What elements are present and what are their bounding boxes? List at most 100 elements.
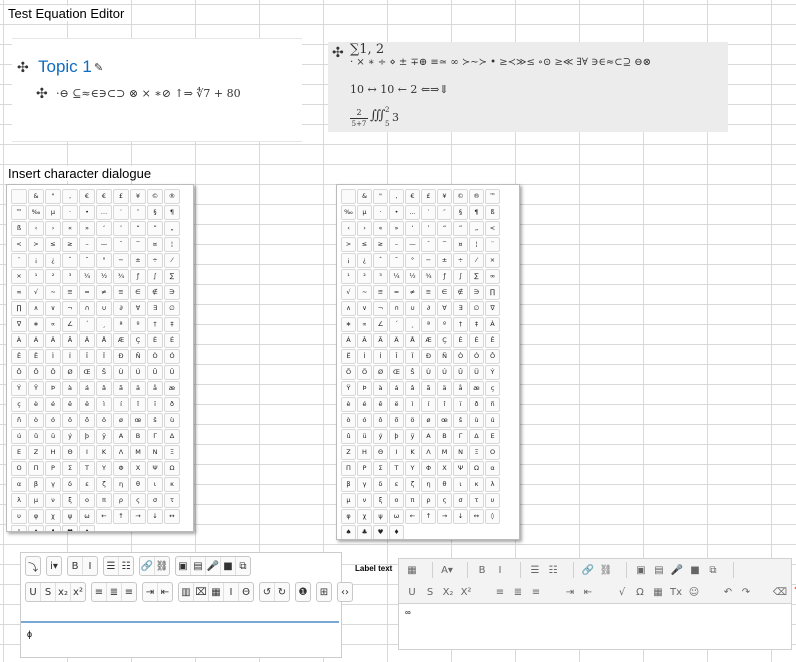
character-cell[interactable]: ∅	[469, 301, 484, 316]
character-cell[interactable]: Ï	[96, 349, 112, 364]
character-cell[interactable]: λ	[11, 493, 27, 508]
character-cell[interactable]: Å	[96, 333, 112, 348]
character-cell[interactable]: ∉	[453, 285, 468, 300]
character-cell[interactable]: Á	[341, 333, 356, 348]
character-cell[interactable]: ♦	[79, 525, 95, 531]
character-cell[interactable]: ×	[11, 269, 27, 284]
character-cell[interactable]: µ	[357, 205, 372, 220]
character-cell[interactable]: ”	[453, 221, 468, 236]
character-cell[interactable]: ¼	[389, 269, 404, 284]
character-cell[interactable]: ξ	[373, 493, 388, 508]
character-cell[interactable]: í	[113, 397, 129, 412]
character-cell[interactable]: υ	[485, 493, 500, 508]
character-cell[interactable]: Ì	[357, 349, 372, 364]
toolbar-button[interactable]: x₂	[56, 583, 71, 601]
character-cell[interactable]: ∩	[79, 301, 95, 316]
character-cell[interactable]: ¹	[28, 269, 44, 284]
toolbar-button[interactable]: ■	[221, 557, 236, 575]
character-cell[interactable]: Æ	[421, 333, 436, 348]
character-cell[interactable]: ¥	[130, 189, 146, 204]
character-cell[interactable]: ∫	[453, 269, 468, 284]
character-cell[interactable]: ÿ	[96, 429, 112, 444]
toolbar-button[interactable]: ↷	[737, 584, 755, 600]
character-cell[interactable]: Η	[45, 445, 61, 460]
character-cell[interactable]: Ë	[28, 349, 44, 364]
character-cell[interactable]: È	[147, 333, 163, 348]
character-cell[interactable]: §	[453, 205, 468, 220]
character-cell[interactable]: Υ	[405, 461, 420, 476]
character-cell[interactable]: Δ	[164, 429, 180, 444]
character-cell[interactable]: ⁄	[469, 253, 484, 268]
character-cell[interactable]: Δ	[469, 429, 484, 444]
character-cell[interactable]: ω	[79, 509, 95, 524]
character-cell[interactable]: ∑	[164, 269, 180, 284]
move-icon[interactable]: ✣	[36, 85, 48, 102]
character-cell[interactable]: ®	[469, 189, 484, 204]
character-cell[interactable]: ä	[130, 381, 146, 396]
toolbar-button[interactable]: X²	[457, 584, 475, 600]
character-cell[interactable]: Ω	[469, 461, 484, 476]
character-cell[interactable]: ∩	[389, 301, 404, 316]
toolbar-button[interactable]: ☺	[685, 584, 703, 600]
character-cell[interactable]: ♠	[341, 525, 356, 539]
character-cell[interactable]: <	[485, 221, 500, 236]
character-cell[interactable]: ¤	[147, 237, 163, 252]
character-cell[interactable]: χ	[357, 509, 372, 524]
character-cell[interactable]: ½	[405, 269, 420, 284]
character-cell[interactable]: –	[389, 237, 404, 252]
character-cell[interactable]: þ	[79, 429, 95, 444]
character-cell[interactable]: ‚	[389, 189, 404, 204]
character-cell[interactable]: ™	[485, 189, 500, 204]
character-cell[interactable]: Ç	[130, 333, 146, 348]
character-cell[interactable]: ý	[373, 429, 388, 444]
character-cell[interactable]: ·	[62, 205, 78, 220]
toolbar-button[interactable]: ▦	[209, 583, 224, 601]
character-cell[interactable]: £	[421, 189, 436, 204]
character-cell[interactable]: “	[130, 221, 146, 236]
character-cell[interactable]: ≤	[45, 237, 61, 252]
character-cell[interactable]: ∠	[62, 317, 78, 332]
character-cell[interactable]: º	[437, 317, 452, 332]
character-cell[interactable]: ‾	[437, 237, 452, 252]
character-cell[interactable]: à	[62, 381, 78, 396]
character-cell[interactable]: õ	[389, 413, 404, 428]
toolbar-button[interactable]: ⧉	[704, 562, 722, 578]
character-cell[interactable]: ÿ	[405, 429, 420, 444]
move-icon[interactable]: ✣	[17, 59, 29, 76]
character-cell[interactable]: ë	[79, 397, 95, 412]
character-cell[interactable]: ¯	[113, 237, 129, 252]
character-cell[interactable]: ∼	[357, 285, 372, 300]
character-cell[interactable]: ”	[147, 221, 163, 236]
character-cell[interactable]: ≅	[62, 285, 78, 300]
character-cell[interactable]: Â	[45, 333, 61, 348]
character-cell[interactable]: →	[130, 509, 146, 524]
character-cell[interactable]: ò	[28, 413, 44, 428]
toolbar-button[interactable]: 🔗	[140, 557, 155, 575]
toolbar-button[interactable]: ☰	[104, 557, 119, 575]
character-cell[interactable]: €	[79, 189, 95, 204]
character-cell[interactable]: Κ	[405, 445, 420, 460]
character-cell[interactable]: Ø	[62, 365, 78, 380]
character-cell[interactable]: ρ	[421, 493, 436, 508]
toolbar-button[interactable]: ≡	[92, 583, 107, 601]
character-cell[interactable]: ∗	[341, 317, 356, 332]
character-cell[interactable]: ≡	[421, 285, 436, 300]
character-cell[interactable]: Ù	[113, 365, 129, 380]
character-cell[interactable]: ∝	[45, 317, 61, 332]
character-cell[interactable]: €	[405, 189, 420, 204]
move-icon[interactable]: ✣	[332, 44, 344, 61]
character-cell[interactable]: τ	[469, 493, 484, 508]
character-cell[interactable]: Β	[437, 429, 452, 444]
character-cell[interactable]: è	[341, 397, 356, 412]
character-cell[interactable]: ≥	[373, 237, 388, 252]
character-cell[interactable]: ì	[96, 397, 112, 412]
character-cell[interactable]: ε	[389, 477, 404, 492]
character-cell[interactable]: ®	[164, 189, 180, 204]
character-cell[interactable]: ≡	[113, 285, 129, 300]
character-cell[interactable]: ∃	[453, 301, 468, 316]
character-cell[interactable]: †	[147, 317, 163, 332]
character-cell[interactable]: ←	[96, 509, 112, 524]
character-cell[interactable]	[11, 189, 27, 204]
character-cell[interactable]	[341, 189, 356, 204]
character-cell[interactable]: †	[453, 317, 468, 332]
